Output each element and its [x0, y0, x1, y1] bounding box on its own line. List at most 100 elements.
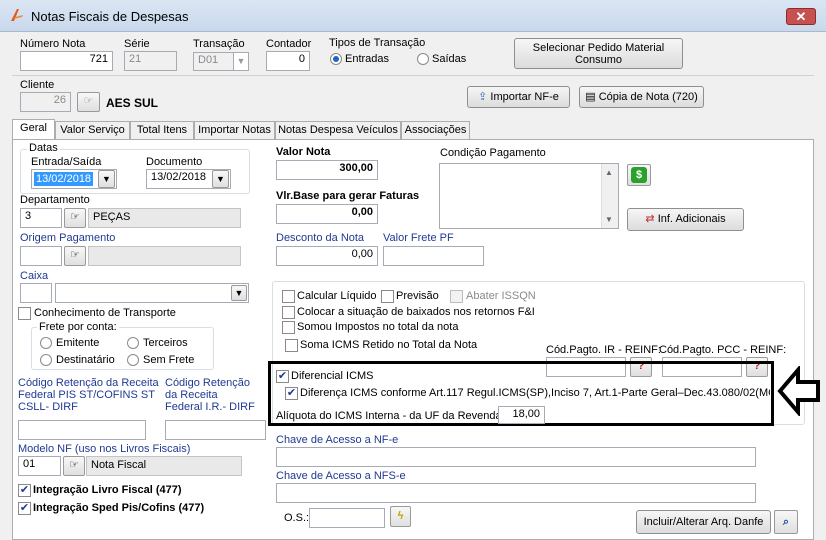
caixa-label: Caixa — [20, 270, 49, 282]
chave-nfe-label: Chave de Acesso a NF-e — [276, 434, 399, 446]
import-icon: ⇪ — [478, 91, 491, 103]
tab-importar-notas[interactable]: Importar Notas — [194, 121, 275, 139]
contador-input[interactable]: 0 — [266, 51, 310, 71]
dollar-button[interactable]: $ — [627, 164, 651, 186]
origem-pagamento-lookup-icon[interactable]: ☞ — [64, 246, 86, 266]
cliente-code-input[interactable]: 26 — [20, 92, 71, 112]
radio-destinatario-label: Destinatário — [56, 354, 115, 366]
valor-frete-input[interactable] — [383, 246, 484, 266]
tab-geral[interactable]: Geral — [12, 119, 55, 140]
codigo-retencao-ir-label: Código Retenção da Receita Federal I.R.-… — [165, 377, 255, 413]
colocar-situacao-checkbox[interactable] — [282, 306, 295, 319]
modelo-nf-lookup-icon[interactable]: ☞ — [63, 456, 85, 476]
inf-adicionais-button[interactable]: ⇄ Inf. Adicionais — [627, 208, 744, 231]
caixa-dropdown-icon[interactable]: ▼ — [231, 285, 247, 301]
entrada-calendar-dropdown-icon[interactable]: ▼ — [98, 170, 115, 188]
valor-nota-input[interactable]: 300,00 — [276, 160, 378, 180]
chave-nfse-label: Chave de Acesso a NFS-e — [276, 470, 406, 482]
modelo-nf-label: Modelo NF (uso nos Livros Fiscais) — [18, 443, 191, 455]
numero-nota-label: Número Nota — [20, 38, 86, 50]
tipos-transacao-label: Tipos de Transação — [329, 37, 426, 49]
caixa-code-input[interactable] — [20, 283, 52, 303]
departamento-code-input[interactable]: 3 — [20, 208, 62, 228]
transacao-value: D01 — [198, 54, 219, 66]
integracao-sped-checkbox[interactable]: ✔ — [18, 502, 31, 515]
radio-sem-frete-label: Sem Frete — [143, 354, 195, 366]
radio-terceiros[interactable] — [127, 337, 139, 349]
caixa-combo[interactable] — [55, 283, 249, 303]
radio-emitente-label: Emitente — [56, 337, 100, 349]
desconto-input[interactable]: 0,00 — [276, 246, 378, 266]
cliente-name: AES SUL — [106, 96, 159, 110]
departamento-label: Departamento — [20, 194, 90, 206]
lightning-icon[interactable]: ϟ — [390, 506, 411, 527]
cod-pagto-ir-label: Cód.Pagto. IR - REINF: — [546, 344, 661, 356]
soma-icms-checkbox[interactable] — [285, 339, 298, 352]
diferenca-icms-label: Diferença ICMS conforme Art.117 Regul.IC… — [300, 387, 770, 399]
arrow-left-icon — [777, 366, 820, 416]
transacao-dropdown-icon[interactable]: ▼ — [233, 53, 248, 70]
condicao-pagamento-label: Condição Pagamento — [440, 147, 546, 159]
cod-pagto-pcc-label: Cód.Pagto. PCC - REINF: — [659, 344, 787, 356]
chave-nfse-input[interactable] — [276, 483, 756, 503]
incluir-danfe-button[interactable]: Incluir/Alterar Arq. Danfe — [636, 510, 771, 534]
calcular-liquido-checkbox[interactable] — [282, 290, 295, 303]
entrada-saida-label: Entrada/Saída — [31, 156, 102, 168]
radio-terceiros-label: Terceiros — [143, 337, 188, 349]
condicao-pagamento-list[interactable] — [439, 163, 619, 229]
tab-valor-servico[interactable]: Valor Serviço — [55, 121, 130, 139]
dollar-icon: $ — [631, 167, 647, 183]
selecionar-pedido-button[interactable]: Selecionar Pedido Material Consumo — [514, 38, 683, 69]
tab-notas-despesa-veiculos[interactable]: Notas Despesa Veículos — [275, 121, 401, 139]
diferencial-icms-checkbox[interactable]: ✔ — [276, 370, 289, 383]
cliente-lookup-icon[interactable]: ☞ — [77, 92, 100, 112]
departamento-lookup-icon[interactable]: ☞ — [64, 208, 86, 228]
aliquota-input[interactable]: 18,00 — [498, 406, 545, 424]
modelo-nf-name: Nota Fiscal — [86, 456, 242, 476]
numero-nota-input[interactable]: 721 — [20, 51, 113, 71]
os-input[interactable] — [309, 508, 385, 528]
radio-saidas[interactable] — [417, 53, 429, 65]
tab-total-itens[interactable]: Total Itens — [130, 121, 194, 139]
conhecimento-checkbox[interactable] — [18, 307, 31, 320]
diferenca-icms-checkbox[interactable]: ✔ — [285, 387, 298, 400]
entrada-saida-value: 13/02/2018 — [34, 172, 94, 186]
departamento-name: PEÇAS — [88, 208, 241, 228]
scroll-up-icon[interactable]: ▲ — [605, 168, 613, 177]
aliquota-label: Alíquota do ICMS Interna - da UF da Reve… — [276, 410, 502, 422]
valor-nota-label: Valor Nota — [276, 146, 331, 158]
radio-entradas[interactable] — [330, 53, 342, 65]
abater-issqn-checkbox[interactable] — [450, 290, 463, 303]
vlr-base-label: Vlr.Base para gerar Faturas — [276, 190, 420, 202]
radio-sem-frete[interactable] — [127, 354, 139, 366]
serie-label: Série — [124, 38, 150, 50]
somou-impostos-checkbox[interactable] — [282, 321, 295, 334]
importar-nfe-button[interactable]: ⇪ Importar NF-e — [467, 86, 570, 108]
search-icon[interactable]: ⌕ — [774, 510, 798, 534]
copia-nota-label: Cópia de Nota (720) — [598, 91, 698, 103]
integracao-livro-checkbox[interactable]: ✔ — [18, 484, 31, 497]
tab-associacoes[interactable]: Associações — [401, 121, 470, 139]
datas-legend: Datas — [27, 142, 60, 154]
copia-nota-button[interactable]: ▤ Cópia de Nota (720) — [579, 86, 704, 108]
soma-icms-label: Soma ICMS Retido no Total da Nota — [300, 339, 478, 351]
radio-emitente[interactable] — [40, 337, 52, 349]
importar-nfe-label: Importar NF-e — [490, 91, 559, 103]
scroll-down-icon[interactable]: ▼ — [605, 215, 613, 224]
app-logo-icon — [11, 9, 23, 21]
serie-input[interactable]: 21 — [124, 51, 177, 71]
previsao-checkbox[interactable] — [381, 290, 394, 303]
inf-adicionais-label: Inf. Adicionais — [657, 213, 726, 225]
codigo-retencao-ir-input[interactable] — [165, 420, 266, 440]
codigo-retencao-federal-input[interactable] — [18, 420, 146, 440]
modelo-nf-code-input[interactable]: 01 — [18, 456, 61, 476]
radio-destinatario[interactable] — [40, 354, 52, 366]
chave-nfe-input[interactable] — [276, 447, 756, 467]
integracao-livro-label: Integração Livro Fiscal (477) — [33, 484, 182, 496]
documento-calendar-dropdown-icon[interactable]: ▼ — [212, 170, 229, 188]
close-button[interactable]: ✕ — [786, 8, 816, 25]
previsao-label: Previsão — [396, 290, 439, 302]
codigo-retencao-federal-label: Código Retenção da Receita Federal PIS S… — [18, 377, 159, 413]
origem-pagamento-code-input[interactable] — [20, 246, 62, 266]
vlr-base-input[interactable]: 0,00 — [276, 204, 378, 224]
